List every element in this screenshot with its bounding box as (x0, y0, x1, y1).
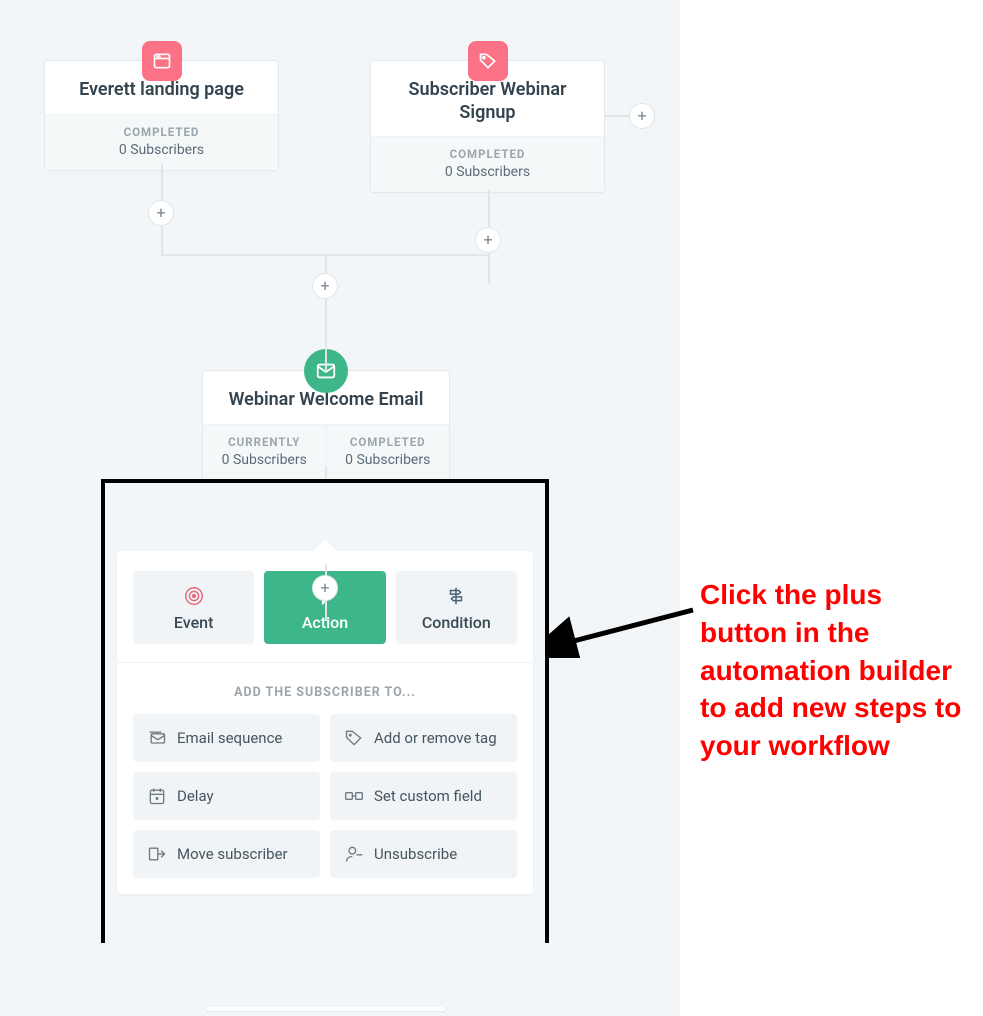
add-step-button[interactable]: + (312, 273, 338, 299)
target-icon (139, 585, 248, 607)
option-label: Move subscriber (177, 845, 288, 863)
add-branch-button[interactable]: + (629, 103, 655, 129)
user-minus-icon (344, 844, 364, 864)
add-step-popover: + Event Action (105, 551, 545, 1007)
node-status: COMPLETED 0 Subscribers (371, 136, 604, 192)
tab-label: Condition (402, 613, 511, 632)
tag-icon (344, 728, 364, 748)
node-welcome-email[interactable]: Webinar Welcome Email CURRENTLY 0 Subscr… (202, 370, 450, 481)
option-label: Set custom field (374, 787, 482, 805)
action-options: Email sequence Add or remove tag Delay (117, 714, 533, 878)
status-label: COMPLETED (53, 125, 270, 139)
option-label: Email sequence (177, 729, 282, 747)
annotation-arrow (548, 598, 698, 658)
option-label: Unsubscribe (374, 845, 457, 863)
tab-condition[interactable]: Condition (396, 571, 517, 644)
status-value: 0 Subscribers (209, 452, 320, 468)
annotation-highlight-box: + Event Action (101, 479, 549, 943)
arrow-right-icon (147, 844, 167, 864)
tab-label: Event (139, 613, 248, 632)
field-icon (344, 786, 364, 806)
option-add-remove-tag[interactable]: Add or remove tag (330, 714, 517, 762)
add-step-button[interactable]: + (312, 575, 338, 601)
option-label: Add or remove tag (374, 729, 497, 747)
status-label: COMPLETED (379, 147, 596, 161)
option-unsubscribe[interactable]: Unsubscribe (330, 830, 517, 878)
node-webinar-signup[interactable]: Subscriber Webinar Signup COMPLETED 0 Su… (370, 60, 605, 193)
calendar-icon (147, 786, 167, 806)
section-heading: ADD THE SUBSCRIBER TO... (117, 663, 533, 714)
mail-stack-icon (147, 728, 167, 748)
status-value: 0 Subscribers (333, 452, 444, 468)
node-status: COMPLETED 0 Subscribers (45, 114, 278, 170)
annotation-text: Click the plus button in the automation … (700, 576, 970, 765)
add-step-button[interactable]: + (475, 227, 501, 253)
status-label: CURRENTLY (209, 435, 320, 449)
automation-canvas: Everett landing page COMPLETED 0 Subscri… (0, 0, 680, 1016)
add-step-button[interactable]: + (148, 200, 174, 226)
option-label: Delay (177, 787, 214, 805)
status-label: COMPLETED (333, 435, 444, 449)
option-delay[interactable]: Delay (133, 772, 320, 820)
option-set-custom-field[interactable]: Set custom field (330, 772, 517, 820)
status-value: 0 Subscribers (379, 164, 596, 180)
option-move-subscriber[interactable]: Move subscriber (133, 830, 320, 878)
status-value: 0 Subscribers (53, 142, 270, 158)
signpost-icon (402, 585, 511, 607)
option-email-sequence[interactable]: Email sequence (133, 714, 320, 762)
connector (325, 254, 327, 370)
tag-icon (468, 41, 508, 81)
browser-icon (142, 41, 182, 81)
tab-event[interactable]: Event (133, 571, 254, 644)
node-landing-page[interactable]: Everett landing page COMPLETED 0 Subscri… (44, 60, 279, 171)
